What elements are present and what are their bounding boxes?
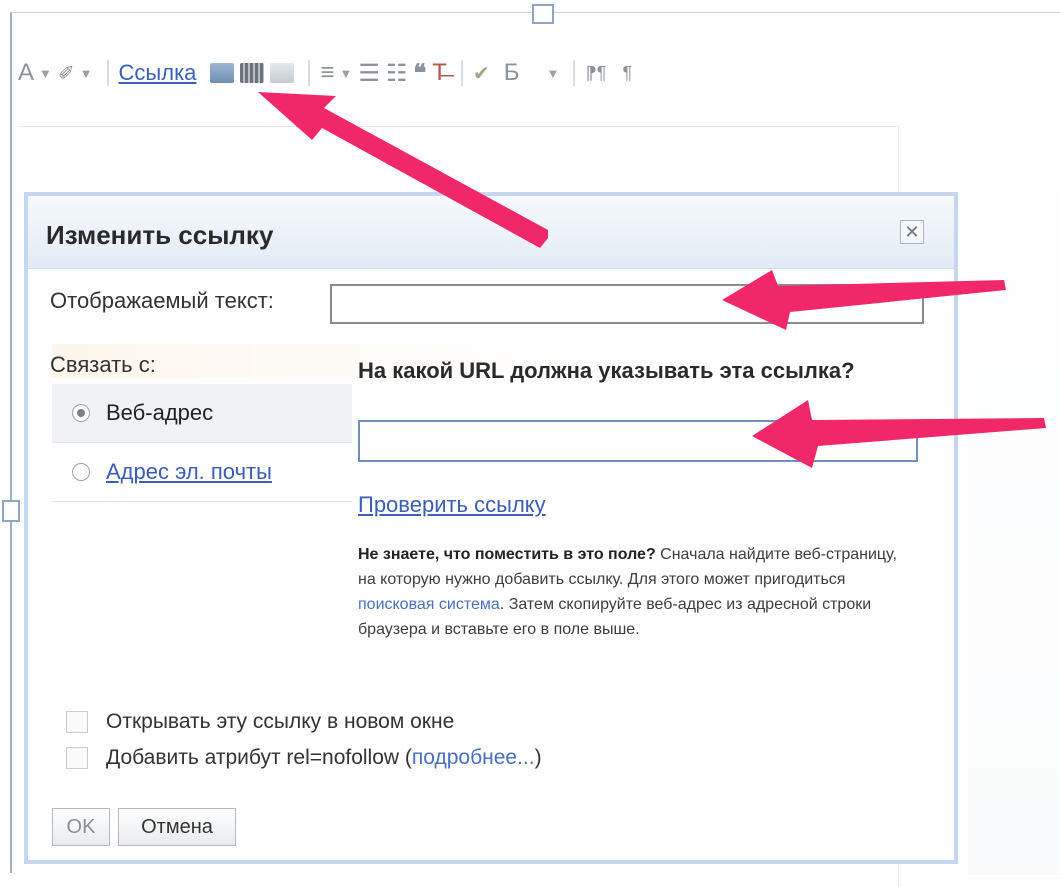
bulleted-list-icon: ☷	[385, 59, 408, 87]
page-break-icon	[270, 63, 295, 83]
rtl-icon: ¶	[622, 62, 633, 83]
chevron-down-icon: ▼	[39, 65, 52, 81]
dialog-title: Изменить ссылку	[46, 220, 274, 250]
more-info-link[interactable]: подробнее...	[412, 746, 535, 770]
link-type-label: Веб-адрес	[106, 400, 214, 425]
checkbox-label: Открывать эту ссылку в новом окне	[106, 710, 455, 733]
quote-icon: ❝	[413, 59, 427, 87]
help-text: Не знаете, что поместить в это поле? Сна…	[358, 542, 918, 642]
editor-toolbar: A ▼ ✐ ▼ Ссылка ≡ ▼ ☰ ☷ ❝ T̶ ✔ Б ▼ ⁋¶ ¶	[18, 48, 1058, 98]
url-prompt: На какой URL должна указывать эта ссылка…	[358, 358, 855, 383]
spellcheck-button[interactable]: ✔	[473, 55, 490, 91]
checkbox[interactable]	[66, 711, 88, 733]
toolbar-divider	[106, 60, 109, 86]
open-new-window-option[interactable]: Открывать эту ссылку в новом окне	[66, 710, 454, 734]
clear-format-icon: T̶	[432, 59, 447, 86]
font-button[interactable]: Б	[504, 55, 520, 91]
dialog-header: Изменить ссылку ✕	[28, 196, 954, 269]
align-button[interactable]: ≡ ▼	[320, 55, 352, 91]
insert-video-button[interactable]	[240, 55, 265, 91]
link-button[interactable]: Ссылка	[119, 55, 197, 91]
link-with-label: Связать с:	[50, 352, 156, 377]
checkbox-label: Добавить атрибут rel=nofollow (	[106, 746, 412, 769]
page-break-button[interactable]	[270, 55, 295, 91]
chevron-down-icon: ▼	[546, 65, 560, 81]
resize-handle-top[interactable]	[532, 4, 554, 24]
text-color-icon: A	[18, 59, 35, 86]
ltr-icon: ⁋¶	[585, 62, 607, 83]
link-type-web-address[interactable]: Веб-адрес	[52, 384, 352, 443]
numbered-list-button[interactable]: ☰	[358, 55, 380, 91]
radio-button[interactable]	[72, 463, 90, 481]
insert-image-button[interactable]	[210, 55, 235, 91]
video-icon	[240, 63, 265, 83]
rtl-button[interactable]: ¶	[622, 55, 632, 91]
radio-button-checked[interactable]	[72, 404, 90, 422]
numbered-list-icon: ☰	[358, 59, 380, 87]
link-type-label[interactable]: Адрес эл. почты	[106, 459, 272, 485]
clear-format-button[interactable]: T̶	[432, 55, 447, 91]
highlighter-icon: ✐	[57, 62, 75, 85]
help-text-bold: Не знаете, что поместить в это поле?	[358, 546, 656, 563]
image-icon	[210, 63, 235, 83]
display-text-label: Отображаемый текст:	[50, 288, 274, 313]
ltr-button[interactable]: ⁋¶	[585, 55, 606, 91]
chevron-down-icon: ▼	[339, 65, 353, 81]
spellcheck-icon: ✔	[472, 62, 490, 85]
link-type-email[interactable]: Адрес эл. почты	[52, 443, 352, 502]
side-panel	[968, 115, 1060, 875]
url-input[interactable]	[358, 420, 918, 462]
nofollow-option[interactable]: Добавить атрибут rel=nofollow (подробнее…	[66, 746, 542, 770]
close-icon[interactable]: ✕	[900, 220, 924, 244]
bulleted-list-button[interactable]: ☷	[386, 55, 408, 91]
edit-link-dialog: Изменить ссылку ✕ Отображаемый текст: Св…	[24, 192, 958, 864]
checkbox-label-end: )	[534, 746, 542, 769]
check-link[interactable]: Проверить ссылку	[358, 492, 546, 518]
text-color-button[interactable]: A ▼	[18, 55, 52, 91]
align-left-icon: ≡	[320, 59, 335, 86]
link-type-list: Веб-адрес Адрес эл. почты	[52, 384, 352, 502]
more-button[interactable]: ▼	[541, 55, 559, 91]
bold-icon: Б	[503, 59, 520, 86]
toolbar-divider	[460, 60, 463, 86]
toolbar-divider	[308, 60, 311, 86]
cancel-button[interactable]: Отмена	[118, 808, 236, 846]
toolbar-divider	[573, 60, 576, 86]
checkbox[interactable]	[66, 747, 88, 769]
display-text-input[interactable]	[330, 284, 924, 324]
highlight-button[interactable]: ✐ ▼	[58, 55, 93, 91]
chevron-down-icon: ▼	[79, 65, 93, 81]
quote-button[interactable]: ❝	[413, 55, 426, 91]
search-engine-link[interactable]: поисковая система	[358, 596, 500, 613]
ok-button[interactable]: OK	[52, 808, 110, 846]
